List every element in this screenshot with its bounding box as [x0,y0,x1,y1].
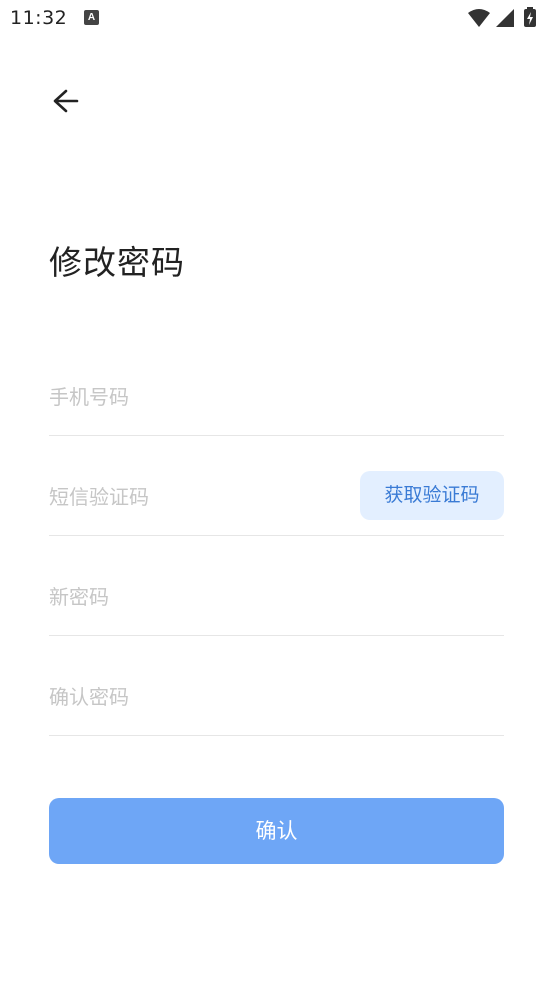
notification-icon: A [84,10,99,25]
arrow-left-icon [53,89,79,113]
status-bar: 11:32 A [0,0,552,38]
signal-icon [496,9,514,27]
confirm-password-divider [49,735,504,736]
page-title: 修改密码 [49,243,185,282]
phone-divider [49,435,504,436]
new-password-field [49,537,504,636]
new-password-input[interactable] [49,580,349,614]
status-time: 11:32 [10,7,68,29]
phone-input[interactable] [49,380,349,414]
sms-code-divider [49,535,504,536]
status-icons [466,7,544,29]
battery-charging-icon [524,7,536,27]
confirm-button[interactable]: 确认 [49,798,504,864]
confirm-password-field [49,637,504,736]
notification-icon-letter: A [87,12,96,23]
back-button[interactable] [44,80,88,124]
new-password-divider [49,635,504,636]
get-code-button[interactable]: 获取验证码 [360,471,504,520]
phone-field [49,337,504,436]
confirm-password-input[interactable] [49,680,349,714]
wifi-icon [468,9,490,27]
sms-code-input[interactable] [49,480,349,514]
sms-code-field: 获取验证码 [49,437,504,536]
